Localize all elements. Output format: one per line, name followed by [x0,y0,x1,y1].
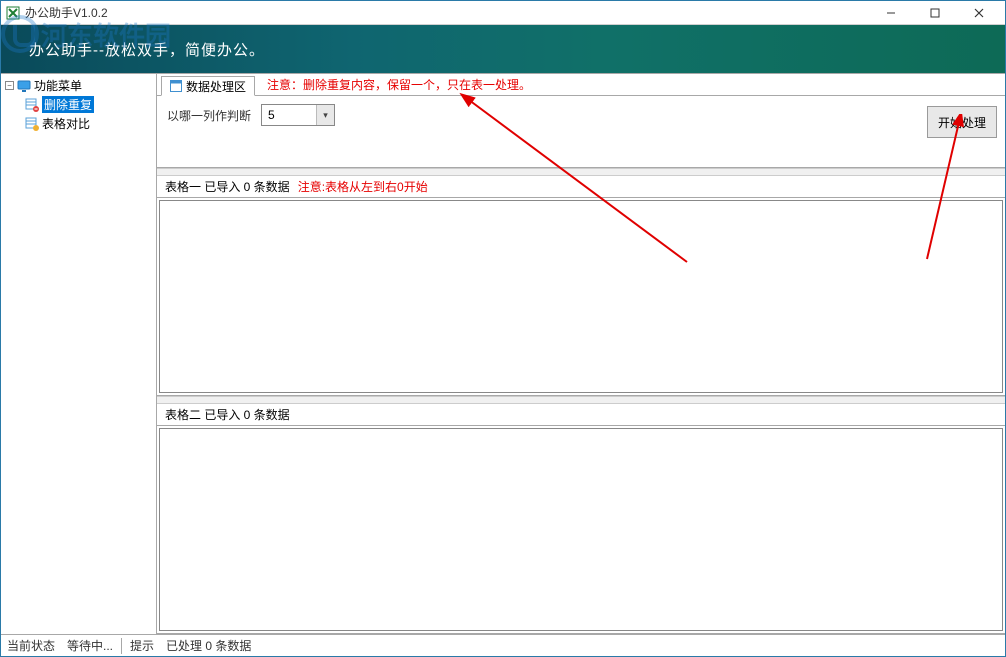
tab-row: 数据处理区 注意：删除重复内容，保留一个，只在表一处理。 [157,74,1005,96]
status-state-value: 等待中... [61,637,119,654]
app-window: 办公助手V1.0.2 河东软件园 办公助手--放松双手，简便办公。 − [0,0,1006,657]
tab-data-processing[interactable]: 数据处理区 [161,76,255,96]
sidebar-item-remove-dup[interactable]: 删除重复 [3,95,154,114]
start-button[interactable]: 开始处理 [927,106,997,138]
slogan: 办公助手--放松双手，简便办公。 [29,39,265,60]
separator [157,396,1005,404]
top-note: 注意：删除重复内容，保留一个，只在表一处理。 [267,76,531,93]
app-icon [5,5,21,21]
main-area: − 功能菜单 删除重复 表格对比 [1,73,1005,634]
sidebar-item-label: 表格对比 [42,115,90,132]
chevron-down-icon: ▾ [316,105,334,125]
judge-select[interactable]: 5 ▾ [261,104,335,126]
content-area: 数据处理区 注意：删除重复内容，保留一个，只在表一处理。 以哪一列作判断 5 ▾… [157,74,1005,634]
table-compare-icon [25,117,39,131]
sidebar-item-compare[interactable]: 表格对比 [3,114,154,133]
banner: 河东软件园 办公助手--放松双手，简便办公。 [1,25,1005,73]
table1-body[interactable] [159,200,1003,393]
window-title: 办公助手V1.0.2 [25,4,869,21]
minimize-button[interactable] [869,2,913,24]
status-state-label: 当前状态 [1,637,61,654]
monitor-icon [17,79,31,93]
close-button[interactable] [957,2,1001,24]
judge-label: 以哪一列作判断 [167,104,251,124]
sidebar: − 功能菜单 删除重复 表格对比 [1,74,157,634]
table1-section: 表格一 已导入 0 条数据 注意:表格从左到右0开始 [157,176,1005,396]
table1-header: 表格一 已导入 0 条数据 注意:表格从左到右0开始 [157,176,1005,198]
table1-note: 注意:表格从左到右0开始 [298,178,428,195]
sidebar-item-label: 删除重复 [42,96,94,113]
table-delete-icon [25,98,39,112]
window-controls [869,2,1001,24]
tree-root[interactable]: − 功能菜单 [3,76,154,95]
control-panel: 以哪一列作判断 5 ▾ 开始处理 [157,96,1005,168]
table1-label: 表格一 已导入 0 条数据 [165,178,290,195]
tree-root-label: 功能菜单 [34,77,82,94]
table2-header: 表格二 已导入 0 条数据 [157,404,1005,426]
status-hint-label: 提示 [124,637,160,654]
table2-section: 表格二 已导入 0 条数据 [157,404,1005,634]
tab-label: 数据处理区 [186,78,246,95]
status-hint-value: 已处理 0 条数据 [160,637,257,654]
table2-body[interactable] [159,428,1003,631]
titlebar: 办公助手V1.0.2 [1,1,1005,25]
statusbar: 当前状态 等待中... 提示 已处理 0 条数据 [1,634,1005,656]
tree-collapse-icon[interactable]: − [5,81,14,90]
separator [157,168,1005,176]
separator [121,638,122,654]
table2-label: 表格二 已导入 0 条数据 [165,406,290,423]
window-icon [170,80,182,92]
maximize-button[interactable] [913,2,957,24]
